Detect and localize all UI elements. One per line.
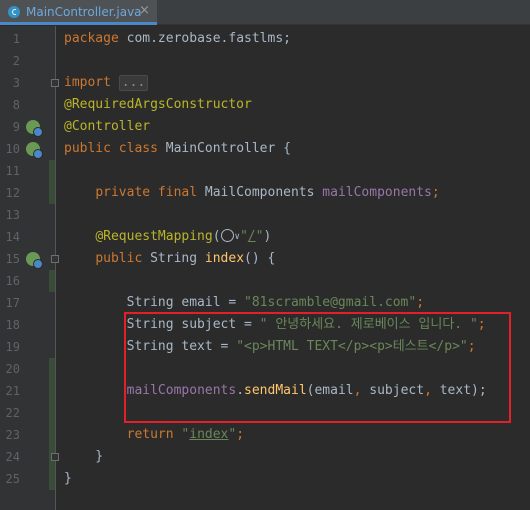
code-token: mailComponents [322,185,432,200]
code-token: ; [431,185,440,200]
editor-tab-bar: MainController.java × [0,0,530,25]
code-text: @Controller [64,116,150,138]
line-number: 22 [5,406,20,420]
code-token: @RequiredArgsConstructor [64,97,252,112]
line-number: 14 [5,230,20,244]
code-text: } [64,446,103,468]
code-token: String [150,251,205,266]
line-number: 15 [5,252,20,266]
line-number: 10 [5,142,20,156]
code-line[interactable]: 11 [0,160,530,182]
code-token: ; [236,427,245,442]
code-token: " [239,229,248,244]
code-token: index [204,251,245,266]
code-line[interactable]: 3 import ... [0,72,530,94]
code-line[interactable]: 13 [0,204,530,226]
spring-bean-icon[interactable] [26,142,43,159]
line-number: 1 [12,32,20,46]
code-line[interactable]: 17 String email = "81scramble@gmail.com"… [0,292,530,314]
globe-icon[interactable]: ∨ [220,229,240,244]
line-number: 13 [5,208,20,222]
spring-web-icon[interactable] [26,252,43,269]
fold-icon[interactable] [51,255,59,263]
line-number: 20 [5,362,20,376]
code-text: @RequiredArgsConstructor [64,94,252,116]
line-number: 21 [5,384,20,398]
code-token: public [95,251,151,266]
spring-bean-icon[interactable] [26,120,43,137]
code-line[interactable]: 12 private final MailComponents mailComp… [0,182,530,204]
code-line[interactable]: 2 [0,50,530,72]
code-line[interactable]: 10 public class MainController { [0,138,530,160]
code-line[interactable]: 25} [0,468,530,490]
change-marker[interactable] [49,160,55,204]
code-token: ) [263,229,272,244]
tab-title: MainController.java [26,5,142,19]
code-text: @RequestMapping(∨"/") [64,226,271,248]
code-token: } [64,471,72,486]
code-token: @Controller [64,119,151,134]
code-line[interactable]: 1 package com.zerobase.fastlms; [0,28,530,50]
tab-main-controller[interactable]: MainController.java × [0,0,157,25]
code-token: public class [64,141,166,156]
code-line[interactable]: 8 @RequiredArgsConstructor [0,94,530,116]
code-token: } [64,449,104,464]
code-token: return [126,427,182,442]
line-number: 11 [5,164,20,178]
code-token: package [64,31,127,46]
line-number: 18 [5,318,20,332]
code-token: private final [95,185,205,200]
code-token: () { [244,251,276,266]
code-line[interactable]: 24 } [0,446,530,468]
line-number: 8 [12,98,20,112]
view-name: index [189,427,229,442]
code-text: String email = "81scramble@gmail.com"; [64,292,424,314]
code-text: return "index"; [64,424,244,446]
close-icon[interactable]: × [139,3,150,18]
folded-imports[interactable]: ... [118,75,149,91]
code-token: com.zerobase.fastlms; [126,31,291,46]
change-marker[interactable] [49,270,55,292]
line-number: 24 [5,450,20,464]
line-number: 3 [12,76,20,90]
line-number: 2 [12,54,20,68]
line-number: 23 [5,428,20,442]
line-number: 12 [5,186,20,200]
code-line[interactable]: 16 [0,270,530,292]
fold-icon[interactable] [51,79,59,87]
fold-icon[interactable] [51,453,59,461]
java-class-icon [8,6,20,18]
code-text: import ... [64,72,149,94]
code-text: public String index() { [64,248,275,270]
line-number: 16 [5,274,20,288]
code-text: package com.zerobase.fastlms; [64,28,291,50]
code-line[interactable]: 9 @Controller [0,116,530,138]
code-text: public class MainController { [64,138,291,160]
code-token: import [64,75,119,90]
code-token: String email = [64,295,245,310]
line-number: 19 [5,340,20,354]
line-number: 9 [12,120,20,134]
code-token: ; [416,295,425,310]
code-line[interactable]: 15 public String index() { [0,248,530,270]
code-token: "81scramble@gmail.com" [244,295,417,310]
code-token: MainController { [165,141,291,156]
line-number: 17 [5,296,20,310]
code-text: private final MailComponents mailCompone… [64,182,440,204]
code-token: MailComponents [204,185,323,200]
code-token: ( [212,229,221,244]
code-line[interactable]: 14 @RequestMapping(∨"/") [0,226,530,248]
code-text: } [64,468,72,490]
code-token: @RequestMapping [95,229,213,244]
highlight-box [124,312,511,423]
code-line[interactable]: 23 return "index"; [0,424,530,446]
line-number: 25 [5,472,20,486]
url-path: / [247,229,256,244]
change-marker[interactable] [49,358,55,490]
